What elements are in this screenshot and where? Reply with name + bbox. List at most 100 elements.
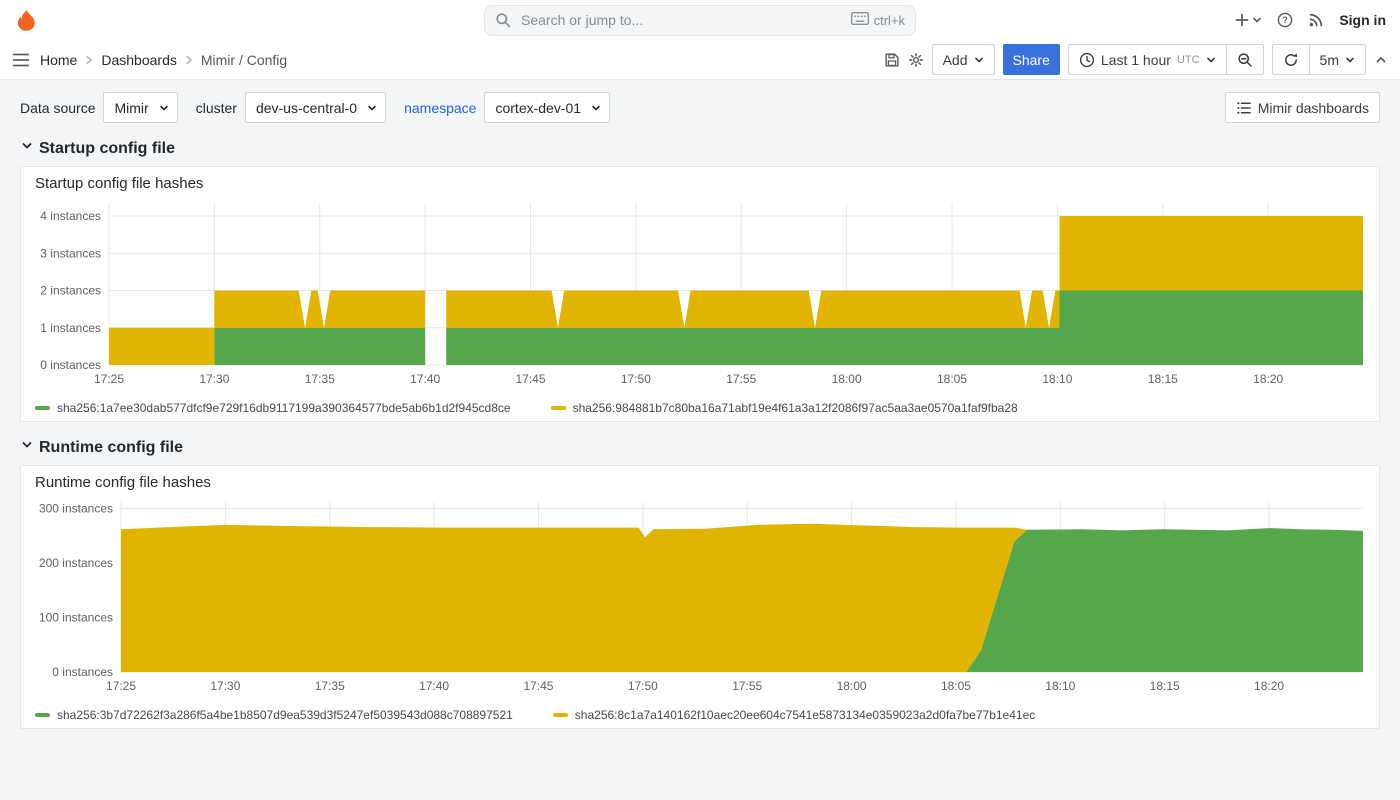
svg-text:100 instances: 100 instances <box>39 611 113 625</box>
chevron-down-icon <box>20 139 34 158</box>
chevron-down-icon <box>1206 52 1216 68</box>
template-variables-row: Data source Mimir cluster dev-us-central… <box>20 92 1380 123</box>
runtime-config-hashes-chart[interactable]: 17:2517:3017:3517:4017:4517:5017:5518:00… <box>29 494 1369 702</box>
svg-text:18:15: 18:15 <box>1148 372 1178 386</box>
svg-text:200 instances: 200 instances <box>39 556 113 570</box>
panel-startup-config-file-hashes: Startup config file hashes 17:2517:3017:… <box>20 166 1380 422</box>
section-title: Runtime config file <box>39 439 183 457</box>
data-source-picker[interactable]: Mimir <box>103 92 177 123</box>
legend-item[interactable]: sha256:8c1a7a140162f10aec20ee604c7541e58… <box>553 708 1035 722</box>
variable-cluster: cluster dev-us-central-0 <box>196 92 386 123</box>
legend-item[interactable]: sha256:984881b7c80ba16a71abf19e4f61a3a12… <box>551 401 1018 415</box>
svg-text:18:10: 18:10 <box>1045 679 1075 693</box>
breadcrumb-dashboards[interactable]: Dashboards <box>101 52 177 68</box>
breadcrumb: Home Dashboards Mimir / Config <box>40 52 287 68</box>
svg-text:0 instances: 0 instances <box>52 665 113 679</box>
svg-text:17:30: 17:30 <box>210 679 240 693</box>
series-color-swatch <box>35 406 50 410</box>
section-title: Startup config file <box>39 140 175 158</box>
chevron-down-icon <box>367 100 377 116</box>
chevron-down-icon <box>974 52 984 68</box>
sign-in-button[interactable]: Sign in <box>1339 12 1386 28</box>
svg-text:18:20: 18:20 <box>1253 372 1283 386</box>
svg-text:300 instances: 300 instances <box>39 502 113 516</box>
new-menu-button[interactable] <box>1234 12 1262 28</box>
zoom-out-time-button[interactable] <box>1226 44 1264 75</box>
save-dashboard-icon[interactable] <box>884 52 900 68</box>
svg-text:4 instances: 4 instances <box>40 209 101 223</box>
grafana-logo-icon[interactable] <box>14 8 39 33</box>
svg-text:17:40: 17:40 <box>419 679 449 693</box>
search-icon <box>495 12 511 28</box>
svg-text:0 instances: 0 instances <box>40 358 101 372</box>
svg-text:17:55: 17:55 <box>732 679 762 693</box>
breadcrumb-current: Mimir / Config <box>201 52 287 68</box>
variable-label-cluster: cluster <box>196 100 237 116</box>
refresh-interval-picker[interactable]: 5m <box>1309 44 1366 75</box>
search-input[interactable] <box>519 11 843 29</box>
breadcrumb-home[interactable]: Home <box>40 52 77 68</box>
series-color-swatch <box>553 713 568 717</box>
svg-text:17:25: 17:25 <box>94 372 124 386</box>
svg-text:17:45: 17:45 <box>523 679 553 693</box>
variable-label-namespace[interactable]: namespace <box>404 100 476 116</box>
svg-text:17:50: 17:50 <box>621 372 651 386</box>
legend-item[interactable]: sha256:3b7d72262f3a286f5a4be1b8507d9ea53… <box>35 708 513 722</box>
zoom-out-icon <box>1237 52 1253 68</box>
svg-text:18:20: 18:20 <box>1254 679 1284 693</box>
series-label: sha256:1a7ee30dab577dfcf9e729f16db911719… <box>57 401 511 415</box>
plus-icon <box>1234 12 1250 28</box>
clock-icon <box>1079 52 1095 68</box>
chevron-down-icon <box>20 438 34 457</box>
dashboard-list-icon <box>1236 100 1252 116</box>
menu-toggle-icon[interactable] <box>12 53 30 67</box>
legend: sha256:1a7ee30dab577dfcf9e729f16db911719… <box>29 398 1371 415</box>
top-nav: ctrl+k ? Sign in <box>0 0 1400 40</box>
series-label: sha256:984881b7c80ba16a71abf19e4f61a3a12… <box>573 401 1018 415</box>
add-button[interactable]: Add <box>932 44 995 75</box>
legend-item[interactable]: sha256:1a7ee30dab577dfcf9e729f16db911719… <box>35 401 511 415</box>
legend: sha256:3b7d72262f3a286f5a4be1b8507d9ea53… <box>29 705 1371 722</box>
svg-text:3 instances: 3 instances <box>40 246 101 260</box>
share-button[interactable]: Share <box>1003 44 1060 75</box>
svg-text:18:00: 18:00 <box>837 679 867 693</box>
svg-text:17:45: 17:45 <box>515 372 545 386</box>
timezone-label: UTC <box>1177 54 1200 66</box>
series-color-swatch <box>35 713 50 717</box>
time-range-picker[interactable]: Last 1 hour UTC <box>1068 44 1227 75</box>
svg-text:17:40: 17:40 <box>410 372 440 386</box>
svg-text:17:30: 17:30 <box>199 372 229 386</box>
panel-runtime-config-file-hashes: Runtime config file hashes 17:2517:3017:… <box>20 465 1380 729</box>
keyboard-icon <box>851 12 869 28</box>
search-shortcut: ctrl+k <box>851 12 905 28</box>
series-color-swatch <box>551 406 566 410</box>
chevron-right-icon <box>83 54 95 66</box>
collapse-toolbar-chevron-up-icon[interactable] <box>1374 53 1388 67</box>
cluster-picker[interactable]: dev-us-central-0 <box>245 92 386 123</box>
series-label: sha256:3b7d72262f3a286f5a4be1b8507d9ea53… <box>57 708 513 722</box>
startup-config-hashes-chart[interactable]: 17:25 17:30 17:35 17:40 17:45 17:50 17:55 18:00… <box>29 195 1369 395</box>
svg-text:17:50: 17:50 <box>628 679 658 693</box>
section-startup-config-file[interactable]: Startup config file <box>20 139 1380 158</box>
shortcut-label: ctrl+k <box>874 13 905 28</box>
svg-text:18:00: 18:00 <box>832 372 862 386</box>
refresh-button[interactable] <box>1272 44 1310 75</box>
search-bar[interactable]: ctrl+k <box>484 5 916 36</box>
svg-text:18:05: 18:05 <box>937 372 967 386</box>
mimir-dashboards-button[interactable]: Mimir dashboards <box>1225 92 1380 123</box>
svg-text:17:35: 17:35 <box>305 372 335 386</box>
news-rss-icon[interactable] <box>1308 12 1324 28</box>
svg-text:18:05: 18:05 <box>941 679 971 693</box>
variable-namespace: namespace cortex-dev-01 <box>404 92 610 123</box>
panel-title[interactable]: Runtime config file hashes <box>29 472 1371 494</box>
svg-text:17:55: 17:55 <box>726 372 756 386</box>
svg-text:1 instances: 1 instances <box>40 321 101 335</box>
namespace-picker[interactable]: cortex-dev-01 <box>484 92 610 123</box>
series-label: sha256:8c1a7a140162f10aec20ee604c7541e58… <box>575 708 1035 722</box>
variable-label-data-source: Data source <box>20 100 95 116</box>
dashboard-settings-gear-icon[interactable] <box>908 52 924 68</box>
section-runtime-config-file[interactable]: Runtime config file <box>20 438 1380 457</box>
help-icon[interactable]: ? <box>1277 12 1293 28</box>
panel-title[interactable]: Startup config file hashes <box>29 173 1371 195</box>
chevron-down-icon <box>591 100 601 116</box>
